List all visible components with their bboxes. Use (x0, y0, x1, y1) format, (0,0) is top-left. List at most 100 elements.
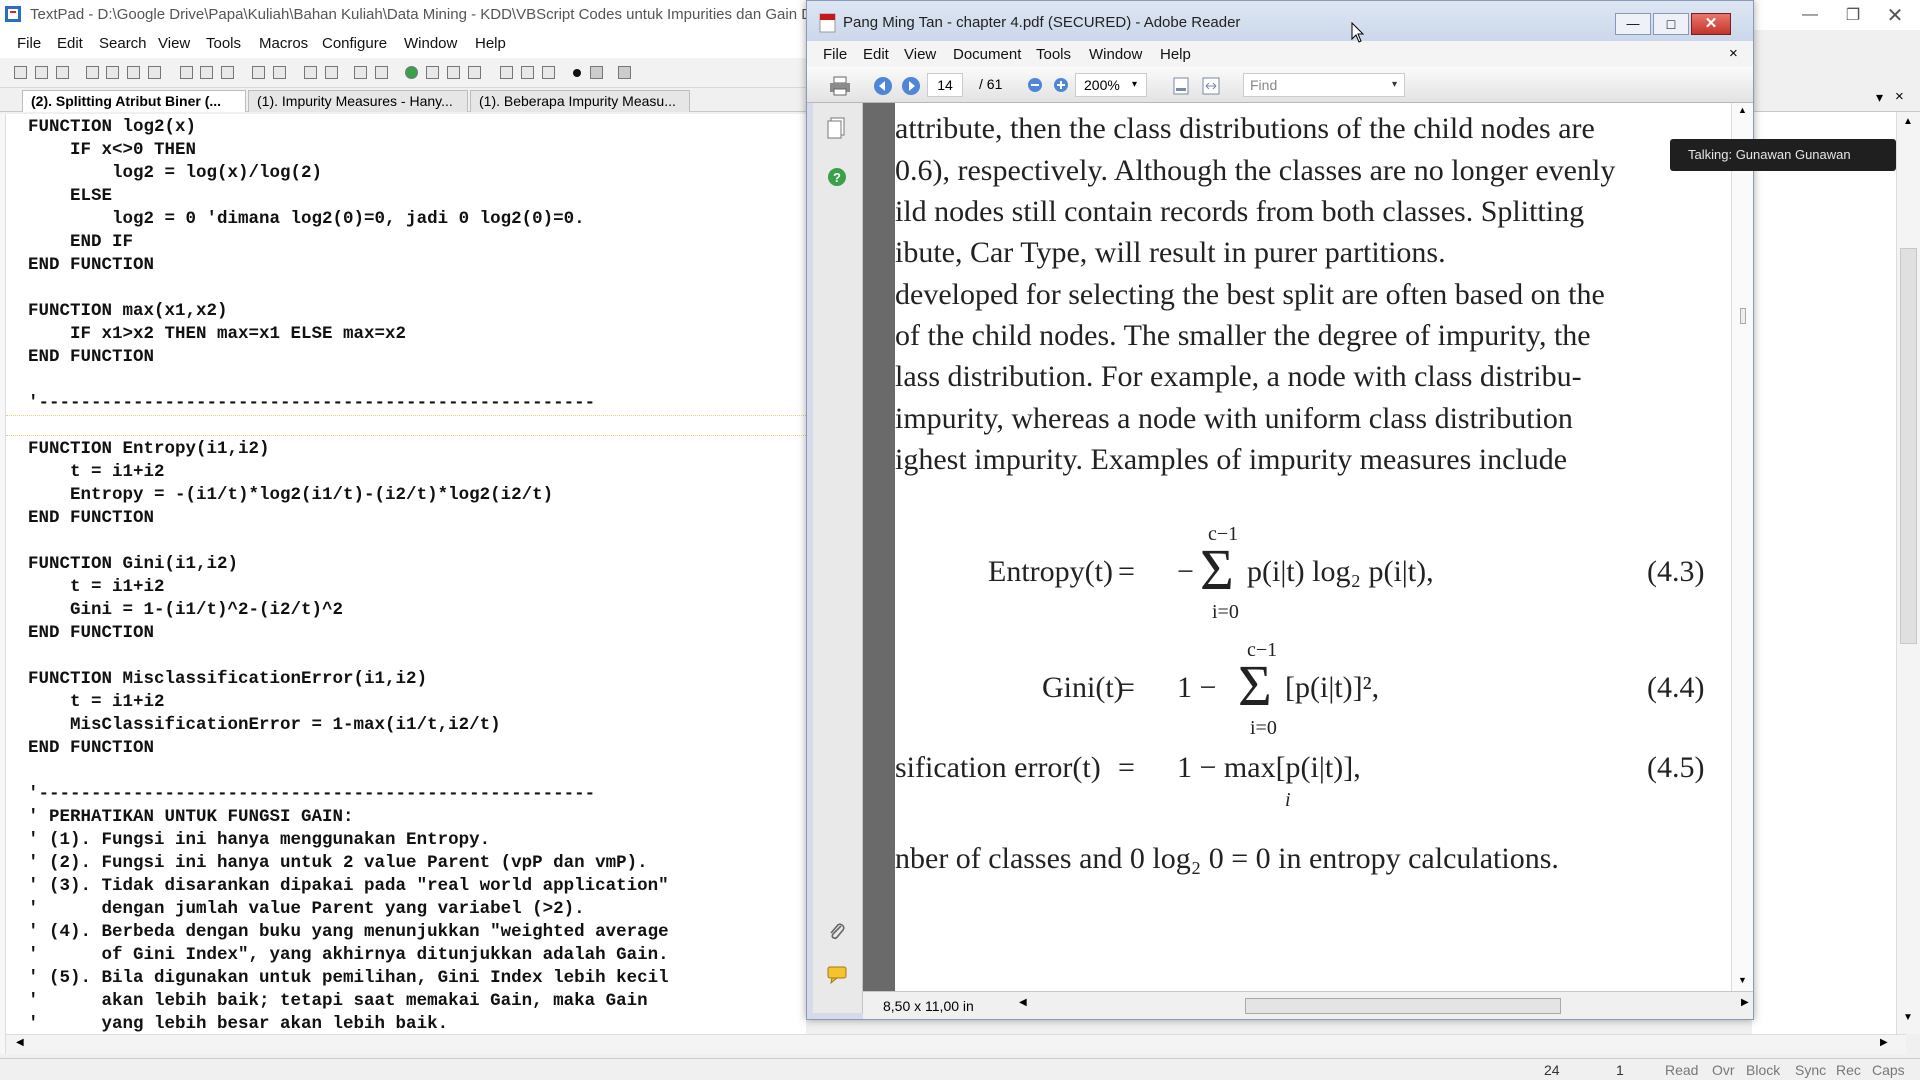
save-all-icon[interactable] (86, 66, 99, 79)
menu-search[interactable]: Search (99, 35, 147, 52)
pages-icon[interactable] (827, 117, 847, 139)
tab-close-icon[interactable]: × (1895, 88, 1904, 105)
new-icon[interactable] (14, 66, 27, 79)
tab-splitting-atribut-biner[interactable]: (2). Splitting Atribut Biner (... (22, 90, 246, 112)
body-line-4: ibute, Car Type, will result in purer pa… (895, 236, 1446, 269)
eq-entropy-sum-bottom: i=0 (1212, 601, 1239, 623)
reader-hscroll-thumb[interactable] (1245, 998, 1561, 1014)
save-icon[interactable] (56, 66, 69, 79)
undo-icon[interactable] (252, 66, 265, 79)
eq-gini-equals: = (1118, 671, 1135, 704)
tool-icon[interactable] (542, 66, 555, 79)
find-in-files-icon[interactable] (521, 66, 534, 79)
find-input[interactable]: Find ▾ (1243, 73, 1405, 97)
zoom-select[interactable]: 200% ▾ (1075, 73, 1147, 97)
spell-icon[interactable] (426, 66, 439, 79)
find-icon[interactable] (468, 66, 481, 79)
menu-macros[interactable]: Macros (259, 35, 308, 52)
scroll-down-icon[interactable]: ▼ (1903, 1012, 1913, 1023)
scroll-right-icon[interactable]: ▶ (1741, 997, 1749, 1008)
reader-menu-document[interactable]: Document (953, 46, 1021, 63)
page-number-input[interactable]: 14 (927, 73, 963, 97)
scroll-up-icon[interactable]: ▲ (1738, 105, 1747, 115)
print-preview-icon[interactable] (127, 66, 140, 79)
reader-menu-window[interactable]: Window (1089, 46, 1142, 63)
tab-dropdown-icon[interactable]: ▾ (1876, 89, 1883, 106)
textpad-close-button[interactable]: ✕ (1880, 4, 1910, 27)
web-icon[interactable] (405, 66, 418, 79)
editor-vertical-scrollbar[interactable]: ▲ ▼ (1896, 112, 1920, 1034)
redo-icon[interactable] (273, 66, 286, 79)
fit-page-icon[interactable] (1171, 76, 1191, 96)
prev-page-icon[interactable] (873, 76, 893, 96)
wrap-icon[interactable] (354, 66, 367, 79)
step-icon[interactable] (618, 66, 631, 79)
find-dropdown-icon[interactable]: ▾ (1392, 74, 1397, 96)
code-line: log2 = 0 'dimana log2(0)=0, jadi 0 log2(… (28, 209, 585, 229)
page-total: / 61 (979, 76, 1003, 92)
reader-close-button[interactable]: ✕ (1691, 13, 1731, 35)
record-icon[interactable] (573, 69, 581, 77)
print-icon[interactable] (106, 66, 119, 79)
textpad-minimize-button[interactable]: — (1795, 4, 1825, 26)
attachment-icon[interactable] (827, 921, 847, 943)
next-page-icon[interactable] (901, 76, 921, 96)
code-line: FUNCTION log2(x) (28, 117, 197, 137)
pdf-page[interactable]: attribute, then the class distributions … (895, 103, 1731, 991)
fit-width-icon[interactable] (1201, 76, 1221, 96)
pdf-icon (819, 13, 836, 33)
cut-icon[interactable] (180, 66, 193, 79)
code-line: FUNCTION Gini(i1,i2) (28, 554, 239, 574)
menu-file[interactable]: File (17, 35, 41, 52)
reader-vscroll-thumb[interactable] (1740, 308, 1746, 324)
tab-beberapa-impurity[interactable]: (1). Beberapa Impurity Measu... (470, 90, 690, 112)
open-icon[interactable] (35, 66, 48, 79)
zoom-in-icon[interactable] (1053, 77, 1069, 93)
reader-menu-help[interactable]: Help (1160, 46, 1191, 63)
paragraph-icon[interactable] (375, 66, 388, 79)
menu-window[interactable]: Window (404, 35, 457, 52)
menu-view[interactable]: View (158, 35, 190, 52)
reader-vertical-scrollbar[interactable]: ▲ ▼ (1731, 103, 1753, 991)
properties-icon[interactable] (148, 66, 161, 79)
scroll-down-icon[interactable]: ▼ (1738, 975, 1747, 985)
outdent-icon[interactable] (325, 66, 338, 79)
scroll-left-icon[interactable]: ◀ (16, 1037, 24, 1048)
indent-icon[interactable] (304, 66, 317, 79)
menu-tools[interactable]: Tools (206, 35, 241, 52)
reader-maximize-button[interactable]: □ (1653, 13, 1689, 35)
reader-minimize-button[interactable]: — (1615, 13, 1651, 35)
reader-menu-view[interactable]: View (904, 46, 936, 63)
reader-toolbar: 14 / 61 200% ▾ Find ▾ (807, 67, 1753, 103)
body-line-1: attribute, then the class distributions … (895, 112, 1595, 145)
reader-menu-file[interactable]: File (823, 46, 847, 63)
replace-icon[interactable] (500, 66, 513, 79)
comment-icon[interactable] (826, 965, 850, 985)
scroll-right-icon[interactable]: ▶ (1880, 1037, 1888, 1048)
code-line: ' (3). Tidak disarankan dipakai pada "re… (28, 876, 669, 896)
scroll-left-icon[interactable]: ◀ (1019, 997, 1027, 1008)
chevron-down-icon: ▾ (1132, 79, 1138, 90)
scroll-up-icon[interactable]: ▲ (1903, 116, 1913, 127)
help-icon[interactable]: ? (827, 167, 847, 187)
code-line: ' (1). Fungsi ini hanya menggunakan Entr… (28, 830, 491, 850)
reader-menu-edit[interactable]: Edit (863, 46, 889, 63)
zoom-value: 200% (1084, 77, 1120, 93)
eq-entropy-rhs: p(i|t) log₂ p(i|t), (1247, 555, 1434, 588)
editor-horizontal-scrollbar[interactable]: ◀ ▶ (6, 1034, 1906, 1054)
menu-edit[interactable]: Edit (57, 35, 83, 52)
menu-help[interactable]: Help (475, 35, 506, 52)
textpad-restore-button[interactable]: ❐ (1838, 4, 1868, 26)
copy-icon[interactable] (200, 66, 213, 79)
menu-configure[interactable]: Configure (322, 35, 387, 52)
editor-vscroll-thumb[interactable] (1900, 248, 1917, 644)
play-icon[interactable] (590, 66, 603, 79)
paste-icon[interactable] (221, 66, 234, 79)
print-icon[interactable] (829, 76, 851, 96)
tab-impurity-measures[interactable]: (1). Impurity Measures - Hany... (248, 90, 468, 112)
code-editor[interactable]: FUNCTION log2(x) IF x<>0 THEN log2 = log… (6, 114, 806, 1034)
reader-menu-tools[interactable]: Tools (1036, 46, 1071, 63)
reader-doc-close-icon[interactable]: × (1729, 45, 1738, 62)
sort-icon[interactable] (447, 66, 460, 79)
zoom-out-icon[interactable] (1027, 77, 1043, 93)
